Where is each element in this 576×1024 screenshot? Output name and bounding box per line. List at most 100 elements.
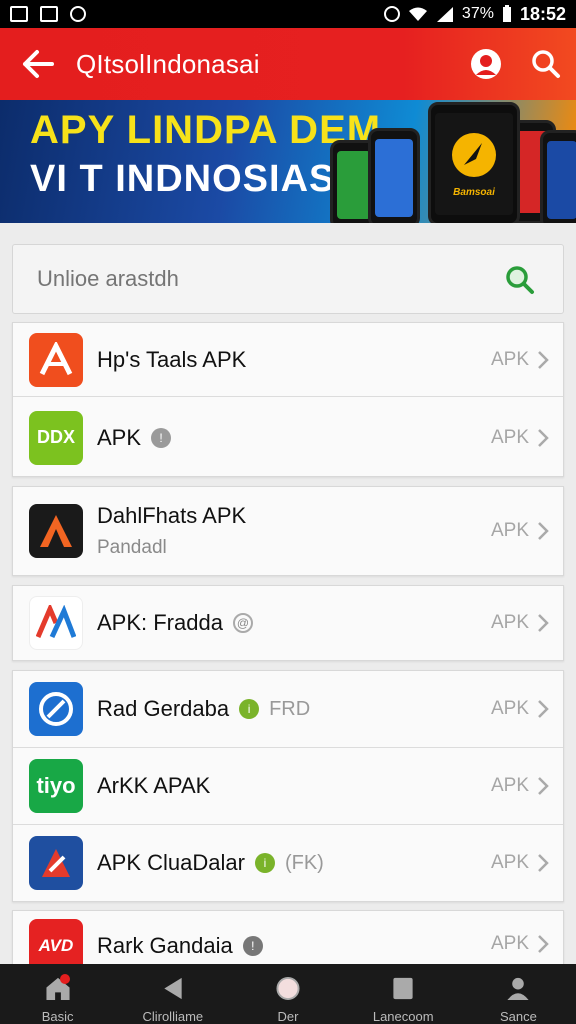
wifi-icon [408,7,427,21]
app-name: Rark Gandaia [97,933,233,958]
nav-item-back[interactable]: Clirolliame [115,964,230,1024]
nav-label: Sance [499,1009,537,1024]
app-list-item[interactable]: DDX APK! APK [13,396,563,478]
apk-label: APK [490,348,529,370]
app-icon [29,836,83,890]
account-button[interactable] [456,28,516,100]
app-tag: (FK) [284,851,324,874]
app-name: APK [97,424,142,450]
square-icon [393,977,413,1000]
app-list-item[interactable]: Rad Gerdaba i FRD APK [13,671,563,747]
app-list-card: APK: Fradda @ APK [12,585,564,661]
app-icon [29,596,83,650]
app-icon-text: AVD [38,936,74,955]
search-icon [506,266,534,294]
chevron-right-icon [538,854,549,872]
nav-item-basic[interactable]: Basic [0,964,115,1024]
app-icon [29,332,83,387]
nav-item-recents[interactable]: Lanecoom [346,964,461,1024]
phone-screen-label: Bamsoai [453,186,495,198]
app-icon [29,504,83,558]
app-icon: tiyo [29,759,83,813]
chevron-right-icon [538,350,549,369]
nav-label: Clirolliame [142,1009,204,1024]
nav-label: Lanecoom [372,1009,434,1024]
notification-dot [60,974,70,984]
status-bar: 37% 18:52 [0,0,576,28]
search-submit-button[interactable] [499,259,539,299]
app-list-card: Rad Gerdaba i FRD APK tiyo ArKK APAK APK A… [12,670,564,902]
bottom-navigation: Basic Clirolliame Der Lanecoom Sance [0,964,576,1024]
gallery-notification-icon [10,6,28,22]
info-badge-icon: i [239,699,260,719]
app-list-item[interactable]: DahlFhats APK Pandadl APK [13,487,563,575]
chevron-right-icon [538,522,549,540]
search-input[interactable] [37,266,499,292]
app-notification-icon [70,6,86,22]
signal-icon [436,7,453,22]
person-icon [507,977,529,1001]
app-logo-icon [42,849,70,877]
item-trailing: APK [491,349,549,371]
app-logo-icon [40,515,72,547]
chevron-right-icon [538,777,549,795]
app-name: ArKK APAK [97,773,211,798]
app-list-item[interactable]: APK: Fradda @ APK [13,586,563,660]
nav-label: Der [277,1009,299,1024]
banner-headline: APY LINDPA DEM [30,108,382,152]
item-trailing: APK [491,933,549,955]
alarm-icon [383,6,400,22]
nav-label: Basic [41,1009,74,1024]
item-trailing: APK [491,775,549,797]
back-button[interactable] [0,28,76,100]
app-bar: QItsolIndonasai [0,28,576,100]
image-notification-icon [40,6,58,22]
app-title: QItsolIndonasai [76,48,260,79]
phone-image [540,130,576,223]
account-icon [471,49,501,79]
item-trailing: APK [491,520,549,542]
apk-label: APK [490,612,529,633]
promo-banner[interactable]: APY LINDPA DEM VI T INDNOSIAS Bamsoai [0,100,576,223]
apk-label: APK [490,426,529,448]
app-tag: FRD [269,697,311,720]
banner-subheadline: VI T INDNOSIAS [30,158,336,200]
search-icon [532,50,560,78]
apk-label: APK [490,852,529,873]
app-icon: DDX [29,410,83,465]
app-name: Hp's Taals APK [97,346,247,372]
app-list-item[interactable]: Hp's Taals APK APK [13,323,563,396]
arrow-left-icon [23,50,54,78]
circle-icon [276,976,300,1001]
app-name: Rad Gerdaba [97,696,230,721]
info-badge-icon: @ [232,613,253,633]
featured-app-logo-icon [452,132,496,177]
search-bar [12,244,564,314]
app-icon [29,682,83,736]
battery-percent: 37% [461,5,494,22]
item-trailing: APK [491,612,549,634]
app-list-item[interactable]: tiyo ArKK APAK APK [13,747,563,824]
chevron-right-icon [538,700,549,718]
search-button[interactable] [516,28,576,100]
apk-label: APK [490,775,529,796]
app-logo-icon [36,605,76,639]
apk-label: APK [490,520,529,541]
app-list-item[interactable]: APK CluaDalar i (FK) APK [13,824,563,901]
nav-item-profile[interactable]: Sance [461,964,576,1024]
app-name: DahlFhats APK [97,503,247,528]
app-name: APK CluaDalar [97,850,245,875]
clock: 18:52 [519,3,566,24]
app-icon-text: DDX [36,427,75,447]
item-trailing: APK [491,427,549,449]
app-list-card: Hp's Taals APK APK DDX APK! APK [12,322,564,477]
info-badge-icon: i [254,853,275,873]
chevron-right-icon [538,428,549,447]
app-logo-icon [39,341,73,375]
apk-label: APK [490,698,529,719]
back-triangle-icon [164,977,182,1000]
chevron-right-icon [538,614,549,632]
nav-item-home[interactable]: Der [230,964,345,1024]
app-icon-text: tiyo [36,773,76,798]
battery-icon [502,5,511,22]
